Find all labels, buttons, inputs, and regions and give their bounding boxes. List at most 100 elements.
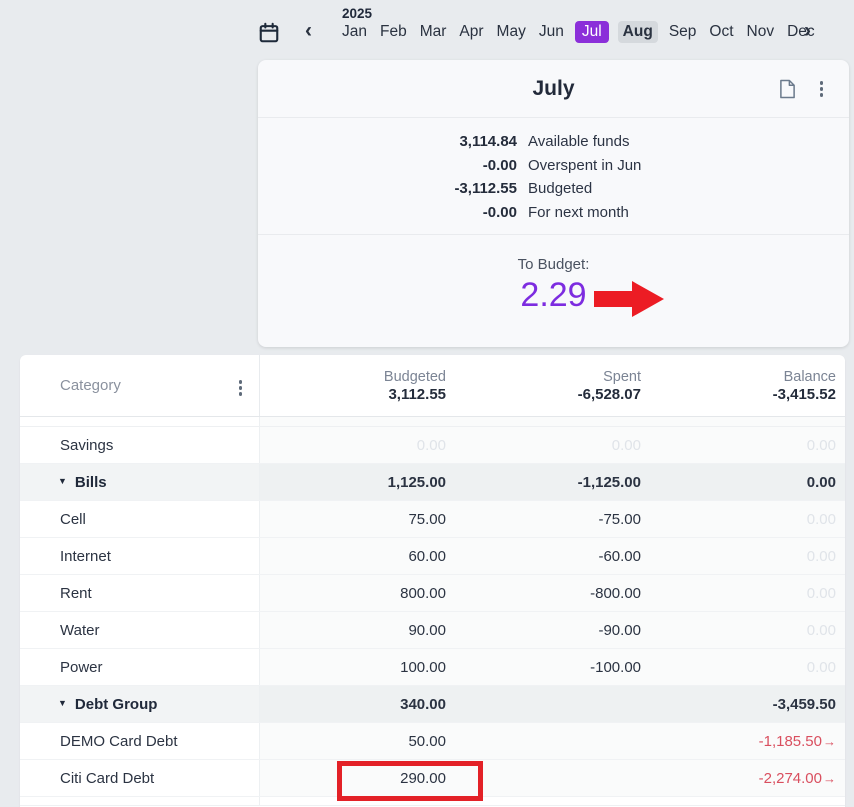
panel-title-row: July	[258, 60, 849, 118]
category-name-cell[interactable]: Citi Card Debt	[20, 760, 260, 796]
spent-cell[interactable]: -800.00	[455, 585, 650, 602]
balance-cell[interactable]: -2,274.00→	[650, 770, 845, 787]
overspent-value: -0.00	[258, 157, 517, 174]
table-row-group-bills[interactable]: ▼ Bills 1,125.00 -1,125.00 0.00	[20, 464, 845, 501]
spent-cell[interactable]: -1,125.00	[455, 474, 650, 491]
category-column-header: Category	[20, 355, 260, 416]
balance-cell[interactable]: 0.00	[650, 585, 845, 602]
balance-cell[interactable]: 0.00	[650, 511, 845, 528]
budgeted-cell[interactable]: 0.00	[260, 437, 455, 454]
balance-column-header[interactable]: Balance -3,415.52	[650, 369, 845, 403]
month-summary-panel: July 3,114.84 Available funds -0.00 Over…	[258, 60, 849, 347]
month-apr[interactable]: Apr	[457, 21, 485, 43]
table-row-internet[interactable]: Internet 60.00 -60.00 0.00	[20, 538, 845, 575]
category-label: Cell	[60, 511, 86, 528]
month-feb[interactable]: Feb	[378, 21, 409, 43]
budget-table: Category Budgeted 3,112.55 Spent -6,528.…	[20, 355, 845, 807]
category-name-cell[interactable]: Cell	[20, 501, 260, 537]
category-label: Power	[60, 659, 103, 676]
budgeted-header-label: Budgeted	[260, 369, 446, 385]
budgeted-total-value: -3,112.55	[258, 180, 517, 197]
previous-month-button[interactable]: ‹	[305, 20, 312, 42]
budgeted-column-header[interactable]: Budgeted 3,112.55	[260, 369, 455, 403]
group-name-cell[interactable]: ▼ Debt Group	[20, 686, 260, 722]
balance-cell[interactable]: 0.00	[650, 474, 845, 491]
group-name-cell[interactable]: ▼ Bills	[20, 464, 260, 500]
category-label: Internet	[60, 548, 111, 565]
table-row-savings[interactable]: Savings 0.00 0.00 0.00	[20, 427, 845, 464]
to-budget-section: To Budget: 2.29	[258, 235, 849, 314]
spent-cell[interactable]: -75.00	[455, 511, 650, 528]
clipped-row-bottom	[20, 797, 845, 806]
calendar-icon[interactable]	[258, 22, 280, 44]
month-may[interactable]: May	[495, 21, 528, 43]
spent-cell[interactable]: -60.00	[455, 548, 650, 565]
next-month-button[interactable]: ›	[804, 20, 811, 42]
stat-budgeted: -3,112.55 Budgeted	[258, 177, 849, 201]
balance-header-total: -3,415.52	[650, 386, 836, 403]
table-row-cell[interactable]: Cell 75.00 -75.00 0.00	[20, 501, 845, 538]
table-row-rent[interactable]: Rent 800.00 -800.00 0.00	[20, 575, 845, 612]
month-aug[interactable]: Aug	[618, 21, 658, 43]
budgeted-cell[interactable]: 800.00	[260, 585, 455, 602]
category-name-cell[interactable]: Rent	[20, 575, 260, 611]
spent-column-header[interactable]: Spent -6,528.07	[455, 369, 650, 403]
category-name-cell[interactable]: Savings	[20, 427, 260, 463]
budgeted-cell[interactable]: 50.00	[260, 733, 455, 750]
budgeted-cell[interactable]: 340.00	[260, 696, 455, 713]
available-funds-label: Available funds	[528, 133, 629, 150]
table-row-power[interactable]: Power 100.00 -100.00 0.00	[20, 649, 845, 686]
clipped-row-top	[20, 417, 845, 427]
balance-cell[interactable]: 0.00	[650, 659, 845, 676]
category-name-cell[interactable]: DEMO Card Debt	[20, 723, 260, 759]
budgeted-cell[interactable]: 75.00	[260, 511, 455, 528]
month-dec[interactable]: Dec	[785, 21, 817, 43]
month-jan[interactable]: Jan	[340, 21, 369, 43]
month-jul-selected[interactable]: Jul	[575, 21, 609, 43]
notes-icon[interactable]	[779, 79, 796, 99]
category-label: Citi Card Debt	[60, 770, 154, 787]
table-row-citi-card-debt[interactable]: Citi Card Debt 290.00 -2,274.00→	[20, 760, 845, 797]
month-jun[interactable]: Jun	[537, 21, 566, 43]
month-menu-kebab-icon[interactable]	[818, 79, 826, 99]
overspent-label: Overspent in Jun	[528, 157, 641, 174]
budgeted-cell[interactable]: 100.00	[260, 659, 455, 676]
category-menu-kebab-icon[interactable]	[237, 378, 245, 398]
category-name-cell[interactable]: Water	[20, 612, 260, 648]
carryover-arrow-icon: →	[823, 734, 836, 749]
spent-cell[interactable]: -100.00	[455, 659, 650, 676]
budgeted-cell[interactable]: 1,125.00	[260, 474, 455, 491]
category-label: DEMO Card Debt	[60, 733, 178, 750]
budgeted-cell[interactable]: 290.00	[260, 770, 455, 787]
next-month-value: -0.00	[258, 204, 517, 221]
month-list: Jan Feb Mar Apr May Jun Jul Aug Sep Oct …	[340, 21, 817, 43]
stat-next-month: -0.00 For next month	[258, 201, 849, 225]
month-sep[interactable]: Sep	[667, 21, 699, 43]
balance-cell[interactable]: 0.00	[650, 622, 845, 639]
table-row-group-debt[interactable]: ▼ Debt Group 340.00 -3,459.50	[20, 686, 845, 723]
group-label: Debt Group	[75, 696, 158, 713]
balance-cell[interactable]: 0.00	[650, 548, 845, 565]
spent-cell[interactable]: -90.00	[455, 622, 650, 639]
budgeted-cell[interactable]: 60.00	[260, 548, 455, 565]
balance-cell[interactable]: 0.00	[650, 437, 845, 454]
to-budget-label: To Budget:	[258, 256, 849, 273]
category-name-cell[interactable]: Power	[20, 649, 260, 685]
table-row-demo-card-debt[interactable]: DEMO Card Debt 50.00 -1,185.50→	[20, 723, 845, 760]
collapse-triangle-icon[interactable]: ▼	[58, 698, 67, 708]
month-mar[interactable]: Mar	[418, 21, 449, 43]
funds-summary: 3,114.84 Available funds -0.00 Overspent…	[258, 118, 849, 235]
balance-cell[interactable]: -1,185.50→	[650, 733, 845, 750]
spent-header-total: -6,528.07	[455, 386, 641, 403]
month-oct[interactable]: Oct	[707, 21, 735, 43]
balance-cell[interactable]: -3,459.50	[650, 696, 845, 713]
category-name-cell[interactable]: Internet	[20, 538, 260, 574]
month-nov[interactable]: Nov	[745, 21, 777, 43]
budgeted-cell[interactable]: 90.00	[260, 622, 455, 639]
table-row-water[interactable]: Water 90.00 -90.00 0.00	[20, 612, 845, 649]
collapse-triangle-icon[interactable]: ▼	[58, 476, 67, 486]
to-budget-amount[interactable]: 2.29	[258, 277, 849, 314]
stat-overspent: -0.00 Overspent in Jun	[258, 154, 849, 178]
spent-cell[interactable]: 0.00	[455, 437, 650, 454]
available-funds-value: 3,114.84	[258, 133, 517, 150]
